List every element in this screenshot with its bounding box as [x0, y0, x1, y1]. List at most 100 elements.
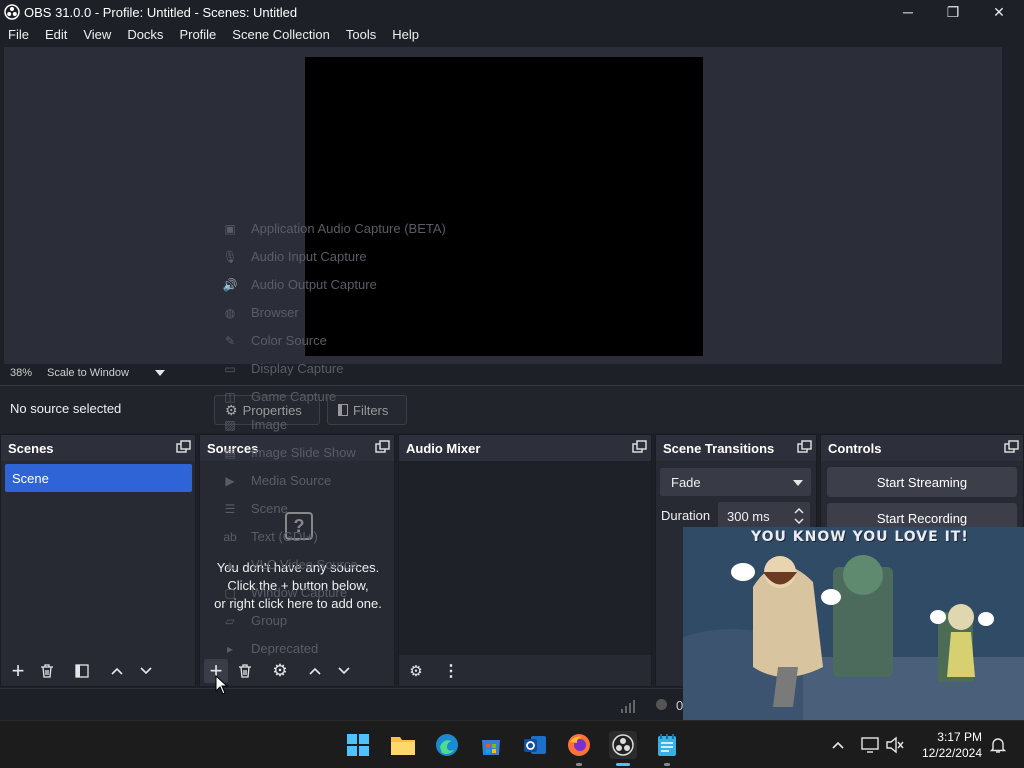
cartoon-image: [683, 527, 1024, 720]
trash-icon: [239, 664, 251, 678]
cartoon-caption: YOU KNOW YOU LOVE IT!: [751, 529, 969, 545]
audio-mixer-dock: Audio Mixer ⚙ ⋮: [398, 434, 652, 687]
clock-date: 12/22/2024: [921, 746, 982, 760]
notepad-running-indicator: [664, 763, 670, 766]
menu-docks[interactable]: Docks: [119, 24, 171, 46]
scenes-dock-header: Scenes: [1, 435, 195, 461]
chevron-up-icon: [309, 667, 321, 675]
source-properties-button[interactable]: ⚙: [268, 659, 292, 683]
bell-icon[interactable]: [984, 731, 1012, 759]
chevron-up-icon: [111, 667, 123, 675]
plus-icon: +: [11, 658, 25, 683]
zoom-level: 38%: [10, 367, 33, 379]
window-title: OBS 31.0.0 - Profile: Untitled - Scenes:…: [24, 4, 298, 20]
sources-dock-title: Sources: [207, 440, 259, 456]
scenes-dock-title: Scenes: [8, 440, 54, 456]
source-move-up-button[interactable]: [303, 659, 327, 683]
audio-mixer-dock-title: Audio Mixer: [406, 440, 481, 456]
no-source-label: No source selected: [10, 401, 122, 416]
sources-dock-header: Sources: [200, 435, 394, 461]
preview-canvas[interactable]: [305, 57, 703, 356]
context-bar: No source selected ⚙ Properties Filters: [0, 385, 1024, 433]
mouse-cursor-icon: [215, 675, 229, 695]
chevron-down-icon[interactable]: [155, 370, 165, 376]
menu-profile[interactable]: Profile: [171, 24, 224, 46]
obs-logo-icon: [4, 4, 20, 20]
undock-icon[interactable]: [1004, 440, 1019, 454]
cartoon-overlay-window[interactable]: YOU KNOW YOU LOVE IT!: [683, 527, 1024, 720]
transitions-dock-title: Scene Transitions: [663, 440, 775, 456]
clock[interactable]: 3:17 PM 12/22/2024: [908, 729, 982, 761]
obs-icon[interactable]: [609, 731, 637, 759]
chevron-down-icon: [338, 667, 350, 675]
menu-scene-collection[interactable]: Scene Collection: [224, 24, 338, 46]
volume-muted-icon[interactable]: [881, 731, 909, 759]
menu-help[interactable]: Help: [384, 24, 427, 46]
clock-time: 3:17 PM: [937, 730, 982, 744]
menu-tools[interactable]: Tools: [338, 24, 384, 46]
empty-line-2: Click the + button below,: [227, 578, 369, 593]
maximize-button[interactable]: ❐: [930, 0, 976, 24]
undock-icon[interactable]: [375, 440, 390, 454]
scenes-dock: Scenes Scene +: [0, 434, 196, 687]
menu-view[interactable]: View: [75, 24, 119, 46]
scene-move-up-button[interactable]: [105, 659, 129, 683]
minimize-button[interactable]: ─: [885, 0, 931, 24]
undock-icon[interactable]: [797, 440, 812, 454]
menu-edit[interactable]: Edit: [37, 24, 75, 46]
file-explorer-icon[interactable]: [389, 731, 417, 759]
sources-dock: Sources ? You don't have any sources. Cl…: [199, 434, 395, 687]
add-scene-button[interactable]: +: [6, 659, 30, 683]
notepad-icon[interactable]: [653, 731, 681, 759]
remove-scene-button[interactable]: [35, 659, 59, 683]
scene-filters-button[interactable]: [70, 659, 94, 683]
gear-icon: ⚙: [225, 401, 238, 418]
question-mark-icon: ?: [285, 512, 313, 540]
undock-icon[interactable]: [176, 440, 191, 454]
filters-button[interactable]: Filters: [327, 395, 407, 425]
firefox-icon[interactable]: [565, 731, 593, 759]
gears-icon: ⚙: [409, 663, 423, 680]
menu-file[interactable]: File: [0, 24, 37, 46]
audio-mixer-dock-header: Audio Mixer: [399, 435, 651, 461]
duration-value: 300 ms: [727, 509, 770, 524]
transition-select[interactable]: Fade: [660, 468, 811, 496]
start-icon[interactable]: [344, 731, 372, 759]
transitions-dock-header: Scene Transitions: [656, 435, 816, 461]
scene-name: Scene: [12, 471, 49, 486]
outlook-icon[interactable]: [521, 731, 549, 759]
source-move-down-button[interactable]: [332, 659, 356, 683]
duration-label: Duration: [661, 508, 711, 523]
title-bar: OBS 31.0.0 - Profile: Untitled - Scenes:…: [0, 0, 1024, 24]
scene-list-item[interactable]: Scene: [5, 464, 192, 492]
spin-arrows-icon[interactable]: [793, 505, 805, 527]
scale-mode-select[interactable]: Scale to Window: [47, 367, 129, 379]
controls-dock-header: Controls: [821, 435, 1023, 461]
gear-icon: ⚙: [272, 661, 288, 680]
filter-icon: [338, 404, 348, 416]
store-icon[interactable]: [477, 731, 505, 759]
audio-mixer-list[interactable]: [399, 461, 651, 655]
advanced-audio-button[interactable]: ⚙: [404, 659, 428, 683]
properties-label: Properties: [242, 402, 302, 418]
start-streaming-button[interactable]: Start Streaming: [827, 467, 1017, 497]
properties-button[interactable]: ⚙ Properties: [214, 395, 320, 425]
chevron-down-icon: [140, 667, 152, 675]
filter-icon: [75, 664, 89, 678]
transition-selected: Fade: [671, 475, 701, 490]
chevron-up-icon[interactable]: [824, 731, 852, 759]
duration-spinbox[interactable]: 300 ms: [718, 502, 810, 530]
signal-bars-icon: [621, 700, 635, 713]
scene-move-down-button[interactable]: [134, 659, 158, 683]
controls-dock-title: Controls: [828, 440, 882, 456]
mixer-menu-button[interactable]: ⋮: [439, 659, 463, 683]
undock-icon[interactable]: [632, 440, 647, 454]
close-button[interactable]: ✕: [976, 0, 1022, 24]
sources-empty-message: You don't have any sources. Click the + …: [200, 559, 396, 613]
taskbar: 3:17 PM 12/22/2024: [0, 720, 1024, 768]
empty-line-1: You don't have any sources.: [216, 560, 380, 575]
remove-source-button[interactable]: [233, 659, 257, 683]
filters-label: Filters: [353, 402, 389, 418]
network-icon[interactable]: [856, 731, 884, 759]
edge-icon[interactable]: [433, 731, 461, 759]
